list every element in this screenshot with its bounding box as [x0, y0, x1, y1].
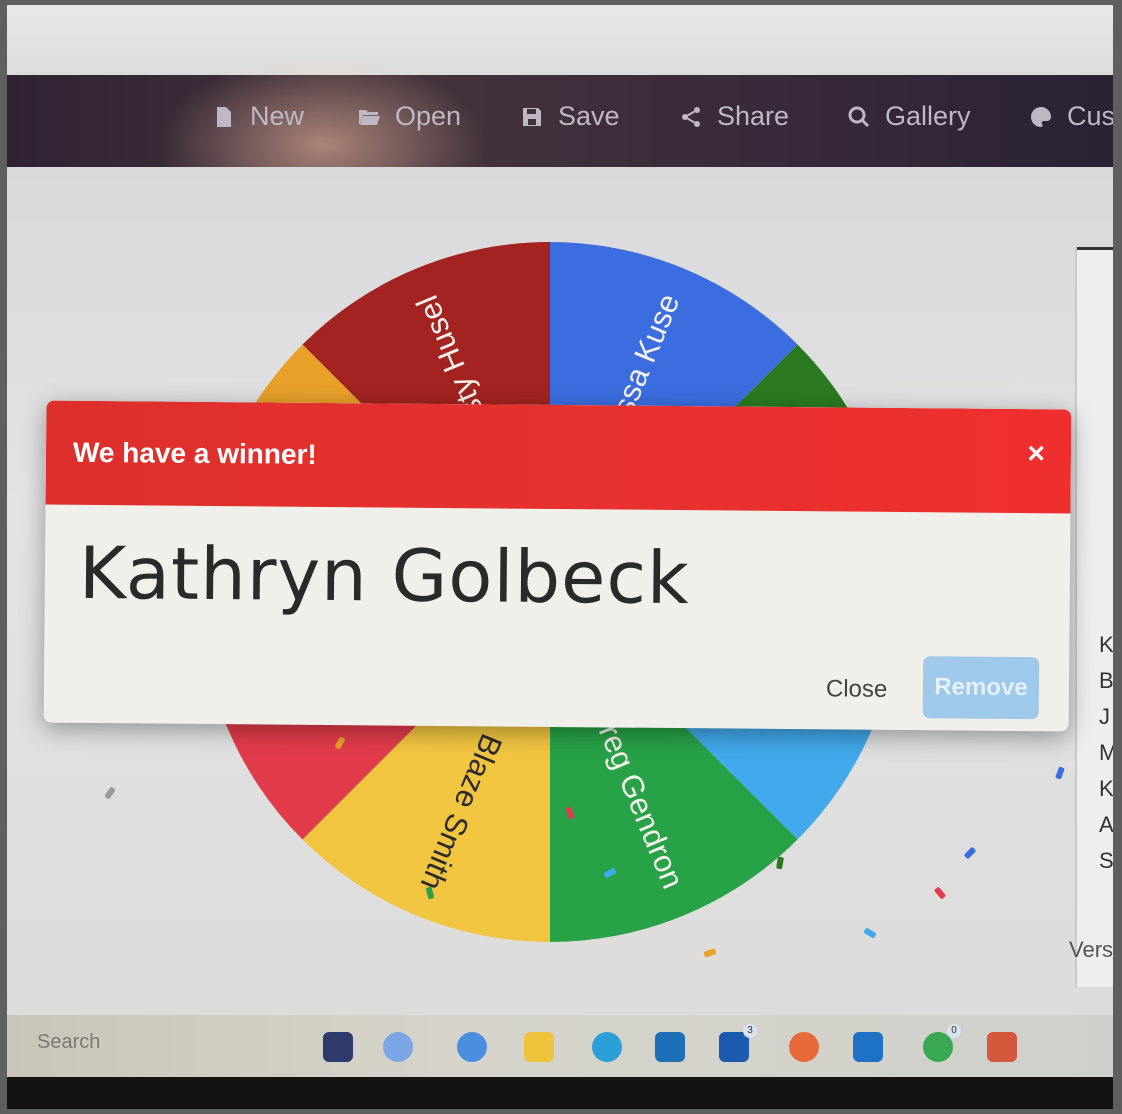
widgets-icon[interactable]	[323, 1032, 353, 1062]
file-explorer-icon[interactable]	[524, 1032, 554, 1062]
file-icon	[217, 106, 231, 127]
confetti-piece	[963, 846, 977, 860]
toolbar-open-label: Open	[395, 101, 462, 131]
monitor-bezel-top	[7, 5, 1113, 75]
lync-icon[interactable]: 3	[719, 1024, 757, 1062]
app-icon[interactable]	[987, 1032, 1017, 1062]
toolbar-customize-label: Cus	[1067, 101, 1113, 131]
photo-frame: New Open Save Share Gallery Cus Melissa …	[7, 5, 1113, 1109]
folder-open-icon	[359, 109, 380, 125]
notification-badge: 3	[743, 1024, 757, 1038]
confetti-piece	[104, 786, 116, 800]
save-icon	[523, 107, 541, 126]
confetti-piece	[933, 886, 947, 900]
panel-top-bar	[1077, 247, 1113, 250]
toolbar-open-button[interactable]: Open	[357, 101, 461, 132]
toolbar-save-label: Save	[558, 101, 620, 131]
taskbar-search[interactable]: Search	[37, 1031, 100, 1054]
entry-item: A	[1099, 812, 1113, 837]
palette-icon	[1031, 106, 1051, 127]
winner-dialog: We have a winner! × Kathryn Golbeck Clos…	[43, 400, 1072, 732]
toolbar-gallery-button[interactable]: Gallery	[847, 101, 971, 132]
confetti-piece	[1055, 766, 1065, 780]
toolbar-share-button[interactable]: Share	[679, 101, 789, 132]
toolbar-new-button[interactable]: New	[212, 101, 304, 132]
winner-name: Kathryn Golbeck	[78, 530, 691, 621]
firefox-icon[interactable]	[789, 1032, 819, 1062]
entry-item: K	[1099, 776, 1113, 801]
toolbar-gallery-label: Gallery	[885, 101, 971, 131]
entry-item: B	[1099, 668, 1113, 693]
version-label: Vers	[1069, 937, 1113, 962]
store-icon[interactable]	[655, 1032, 685, 1062]
entry-item: J	[1099, 704, 1110, 729]
remove-button[interactable]: Remove	[922, 656, 1040, 720]
monitor-bezel-bottom	[7, 1077, 1113, 1109]
app-toolbar: New Open Save Share Gallery Cus	[7, 55, 1113, 235]
toolbar-customize-button[interactable]: Cus	[1029, 101, 1113, 132]
close-button[interactable]: Close	[826, 675, 888, 704]
edge-icon[interactable]	[592, 1032, 622, 1062]
dialog-title: We have a winner!	[72, 436, 317, 470]
copilot-icon[interactable]	[457, 1032, 487, 1062]
confetti-piece	[703, 948, 717, 958]
entries-list: K B J M K A Sa	[1099, 627, 1113, 879]
toolbar-new-label: New	[250, 101, 305, 131]
dialog-header: We have a winner! ×	[45, 400, 1072, 514]
entry-item: K	[1099, 632, 1113, 657]
share-icon	[682, 106, 700, 127]
entry-item: Sa	[1099, 848, 1113, 873]
notification-badge: 0	[947, 1024, 961, 1038]
entry-item: M	[1099, 740, 1113, 765]
outlook-icon[interactable]	[853, 1032, 883, 1062]
search-icon	[848, 106, 870, 127]
toolbar-save-button[interactable]: Save	[520, 101, 620, 132]
close-icon[interactable]: ×	[1027, 437, 1045, 471]
chrome-icon[interactable]: 0	[923, 1024, 961, 1062]
toolbar-share-label: Share	[717, 101, 790, 131]
taskbar: Search 3 0	[7, 1015, 1113, 1077]
chat-icon[interactable]	[383, 1032, 413, 1062]
